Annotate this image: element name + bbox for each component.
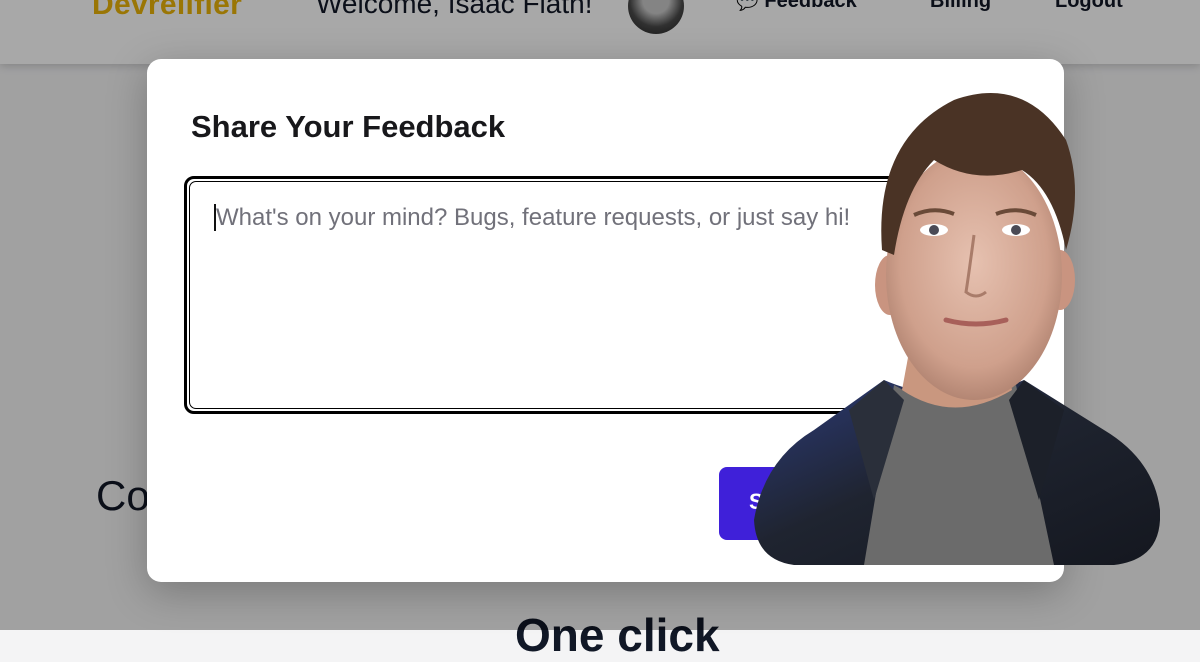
text-cursor: [214, 204, 216, 231]
presenter-photo-cutout: [754, 93, 1160, 565]
modal-title: Share Your Feedback: [191, 109, 506, 144]
